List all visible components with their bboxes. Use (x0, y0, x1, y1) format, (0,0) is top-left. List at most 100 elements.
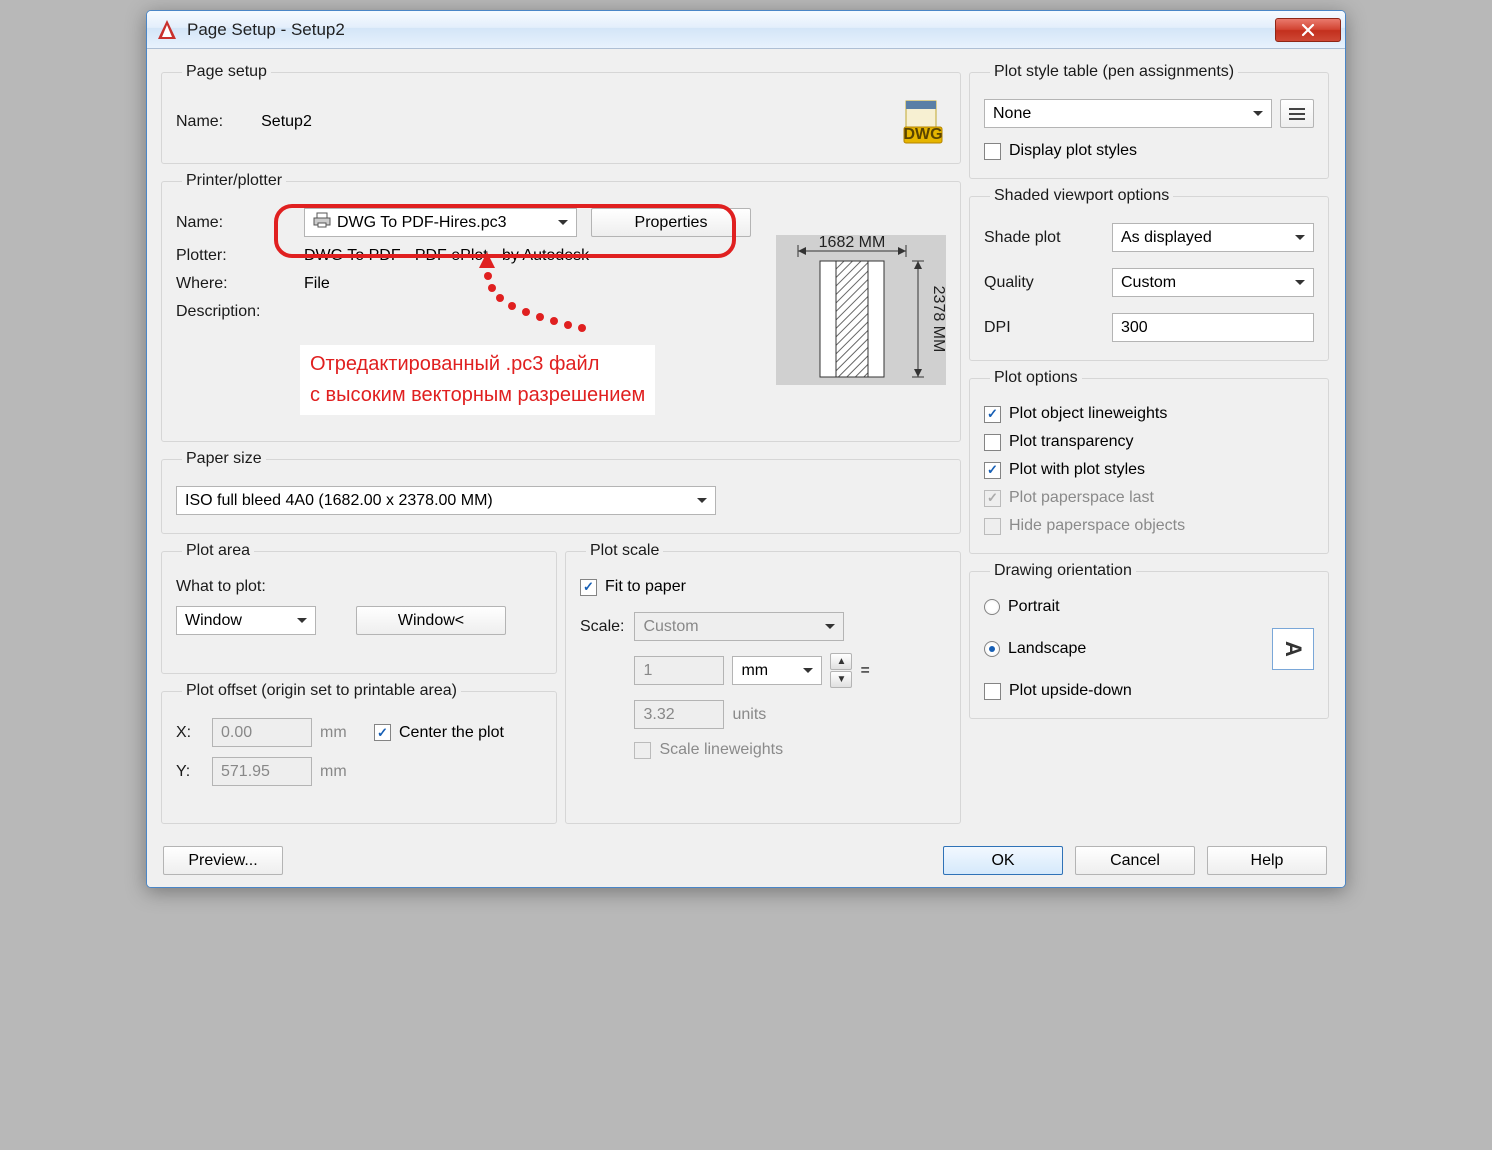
plot-lineweights-checkbox[interactable]: Plot object lineweights (984, 405, 1314, 423)
window-pick-button[interactable]: Window< (356, 606, 506, 635)
offset-x-label: X: (176, 724, 204, 742)
display-plot-styles-checkbox[interactable]: Display plot styles (984, 142, 1314, 160)
shaded-viewport-legend: Shaded viewport options (990, 187, 1173, 205)
preview-button[interactable]: Preview... (163, 846, 283, 875)
plot-style-edit-button[interactable] (1280, 99, 1314, 128)
checkbox-icon (374, 724, 391, 741)
scale-numerator-input[interactable]: 1 (634, 656, 724, 685)
dpi-input[interactable]: 300 (1112, 313, 1314, 342)
fit-to-paper-checkbox[interactable]: Fit to paper (580, 578, 946, 596)
page-setup-name-value: Setup2 (261, 113, 312, 131)
offset-x-input[interactable]: 0.00 (212, 718, 312, 747)
where-value: File (304, 275, 751, 293)
orientation-preview-icon: A (1272, 628, 1314, 670)
checkbox-icon (984, 518, 1001, 535)
page-setup-name-label: Name: (176, 113, 223, 131)
scale-unit-inc-button[interactable]: ▲ (830, 653, 852, 670)
where-label: Where: (176, 275, 294, 293)
plot-offset-group: Plot offset (origin set to printable are… (161, 682, 557, 824)
checkbox-icon (580, 579, 597, 596)
radio-icon (984, 599, 1000, 615)
hide-paperspace-objects-checkbox: Hide paperspace objects (984, 517, 1314, 535)
plotter-icon (313, 212, 331, 233)
drawing-orientation-group: Drawing orientation Portrait Landscape (969, 562, 1329, 719)
paper-size-legend: Paper size (182, 450, 266, 468)
printer-plotter-legend: Printer/plotter (182, 172, 286, 190)
checkbox-icon (984, 143, 1001, 160)
ok-button[interactable]: OK (943, 846, 1063, 875)
scale-unit-dec-button[interactable]: ▼ (830, 671, 852, 688)
shaded-viewport-group: Shaded viewport options Shade plot As di… (969, 187, 1329, 361)
what-to-plot-dropdown[interactable]: Window (176, 606, 316, 635)
shade-plot-label: Shade plot (984, 229, 1102, 247)
units-label: units (732, 706, 766, 724)
checkbox-icon (984, 683, 1001, 700)
orientation-portrait-radio[interactable]: Portrait (984, 598, 1060, 616)
plot-area-legend: Plot area (182, 542, 254, 560)
plot-with-styles-checkbox[interactable]: Plot with plot styles (984, 461, 1314, 479)
plotter-value: DWG To PDF - PDF ePlot - by Autodesk (304, 247, 751, 265)
plot-options-group: Plot options Plot object lineweights Plo… (969, 369, 1329, 554)
offset-y-unit: mm (320, 763, 366, 781)
shade-plot-dropdown[interactable]: As displayed (1112, 223, 1314, 252)
titlebar: Page Setup - Setup2 (147, 11, 1345, 49)
dialog-body: Page setup Name: Setup2 DWG (147, 49, 1345, 887)
window-close-button[interactable] (1275, 18, 1341, 42)
center-the-plot-checkbox[interactable]: Center the plot (374, 724, 542, 742)
plot-options-legend: Plot options (990, 369, 1082, 387)
cancel-button[interactable]: Cancel (1075, 846, 1195, 875)
checkbox-icon (984, 406, 1001, 423)
checkbox-icon (984, 490, 1001, 507)
plot-transparency-checkbox[interactable]: Plot transparency (984, 433, 1314, 451)
help-button[interactable]: Help (1207, 846, 1327, 875)
plot-offset-legend: Plot offset (origin set to printable are… (182, 682, 461, 700)
scale-lineweights-checkbox: Scale lineweights (634, 741, 946, 759)
checkbox-icon (634, 742, 651, 759)
svg-text:DWG: DWG (903, 126, 942, 143)
plot-style-table-group: Plot style table (pen assignments) None … (969, 63, 1329, 179)
left-column: Page setup Name: Setup2 DWG (161, 63, 961, 832)
plot-scale-group: Plot scale Fit to paper Scale: Custom (565, 542, 961, 824)
paper-preview: 1682 MM 2378 MM (776, 235, 946, 385)
plot-style-table-dropdown[interactable]: None (984, 99, 1272, 128)
radio-icon (984, 641, 1000, 657)
quality-dropdown[interactable]: Custom (1112, 268, 1314, 297)
annotation-text: Отредактированный .pc3 файл с высоким ве… (300, 345, 655, 415)
checkbox-icon (984, 462, 1001, 479)
app-icon (155, 18, 179, 42)
orientation-landscape-radio[interactable]: Landscape (984, 640, 1086, 658)
printer-plotter-group: Printer/plotter Name: DWG To PDF-Hires.p… (161, 172, 961, 442)
scale-denominator-input[interactable]: 3.32 (634, 700, 724, 729)
dwg-icon: DWG (900, 99, 946, 145)
scale-dropdown[interactable]: Custom (634, 612, 844, 641)
list-icon (1288, 106, 1306, 122)
printer-properties-button[interactable]: Properties (591, 208, 751, 237)
scale-unit-dropdown[interactable]: mm (732, 656, 822, 685)
plot-style-table-legend: Plot style table (pen assignments) (990, 63, 1238, 81)
quality-label: Quality (984, 274, 1102, 292)
equals-label: = (860, 662, 869, 680)
dialog-window: Page Setup - Setup2 Page setup Name: Set… (146, 10, 1346, 888)
right-column: Plot style table (pen assignments) None … (969, 63, 1329, 832)
offset-y-label: Y: (176, 763, 204, 781)
plot-area-group: Plot area What to plot: Window Window< (161, 542, 557, 674)
plot-scale-legend: Plot scale (586, 542, 663, 560)
plot-paperspace-last-checkbox: Plot paperspace last (984, 489, 1314, 507)
offset-y-input[interactable]: 571.95 (212, 757, 312, 786)
page-setup-group: Page setup Name: Setup2 DWG (161, 63, 961, 164)
drawing-orientation-legend: Drawing orientation (990, 562, 1136, 580)
checkbox-icon (984, 434, 1001, 451)
printer-name-label: Name: (176, 214, 294, 232)
what-to-plot-label: What to plot: (176, 578, 542, 596)
plot-upside-down-checkbox[interactable]: Plot upside-down (984, 682, 1314, 700)
paper-size-group: Paper size ISO full bleed 4A0 (1682.00 x… (161, 450, 961, 534)
window-title: Page Setup - Setup2 (187, 20, 1275, 40)
page-setup-legend: Page setup (182, 63, 271, 81)
description-label: Description: (176, 303, 294, 321)
paper-size-dropdown[interactable]: ISO full bleed 4A0 (1682.00 x 2378.00 MM… (176, 486, 716, 515)
printer-name-dropdown[interactable]: DWG To PDF-Hires.pc3 (304, 208, 577, 237)
svg-text:2378 MM: 2378 MM (930, 286, 947, 353)
scale-label: Scale: (580, 618, 624, 636)
dpi-label: DPI (984, 319, 1102, 337)
dialog-footer: Preview... OK Cancel Help (161, 840, 1329, 877)
